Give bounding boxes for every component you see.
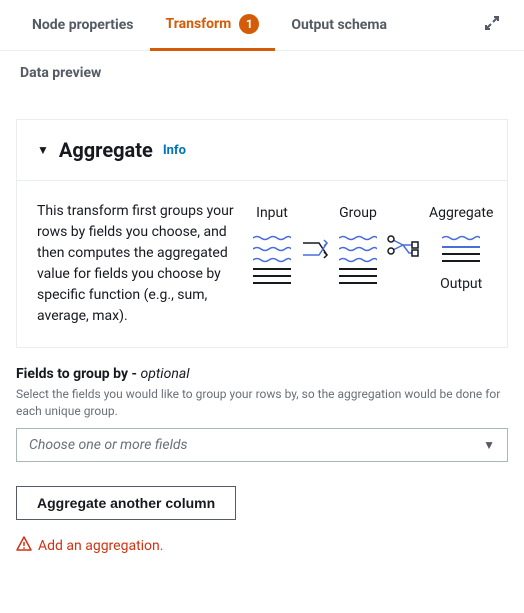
tab-transform-label: Transform (166, 16, 232, 32)
warning-row: Add an aggregation. (0, 528, 524, 572)
input-lines-icon (253, 227, 291, 284)
chevron-down-icon: ▼ (483, 438, 495, 452)
diagram-output-label: Output (440, 276, 482, 292)
output-lines-icon (442, 227, 480, 262)
fields-placeholder: Choose one or more fields (29, 437, 188, 453)
transform-badge: 1 (239, 14, 259, 34)
aggregate-another-button[interactable]: Aggregate another column (16, 486, 236, 520)
info-link[interactable]: Info (163, 143, 186, 158)
diagram-input-label: Input (256, 205, 288, 221)
subtab-data-preview[interactable]: Data preview (0, 51, 524, 95)
caret-down-icon: ▼ (37, 143, 49, 157)
tab-node-properties[interactable]: Node properties (16, 3, 150, 47)
section-title: Aggregate (59, 138, 153, 162)
fields-help: Select the fields you would like to grou… (16, 386, 508, 420)
fields-label: Fields to group by - optional (16, 366, 508, 382)
group-lines-icon (339, 227, 377, 284)
fields-select[interactable]: Choose one or more fields ▼ (16, 428, 508, 462)
tab-transform[interactable]: Transform 1 (150, 0, 276, 51)
tabs-bar: Node properties Transform 1 Output schem… (0, 0, 524, 51)
warning-text: Add an aggregation. (38, 538, 163, 554)
warning-icon (16, 536, 32, 556)
expand-button[interactable] (476, 7, 508, 43)
flow-diagram: Input Group (253, 201, 493, 327)
shuffle-icon (299, 205, 331, 269)
aggregate-panel: ▼ Aggregate Info This transform first gr… (16, 119, 508, 348)
fields-group-by: Fields to group by - optional Select the… (0, 348, 524, 462)
tab-output-schema[interactable]: Output schema (275, 3, 403, 47)
section-body: This transform first groups your rows by… (17, 180, 507, 347)
section-header[interactable]: ▼ Aggregate Info (17, 120, 507, 180)
section-description: This transform first groups your rows by… (37, 201, 237, 327)
diagram-aggregate-label: Aggregate (429, 205, 493, 221)
diagram-group-label: Group (339, 205, 377, 221)
aggregate-node-icon (385, 205, 421, 269)
aggregate-button-row: Aggregate another column (0, 462, 524, 528)
expand-icon (484, 15, 500, 31)
